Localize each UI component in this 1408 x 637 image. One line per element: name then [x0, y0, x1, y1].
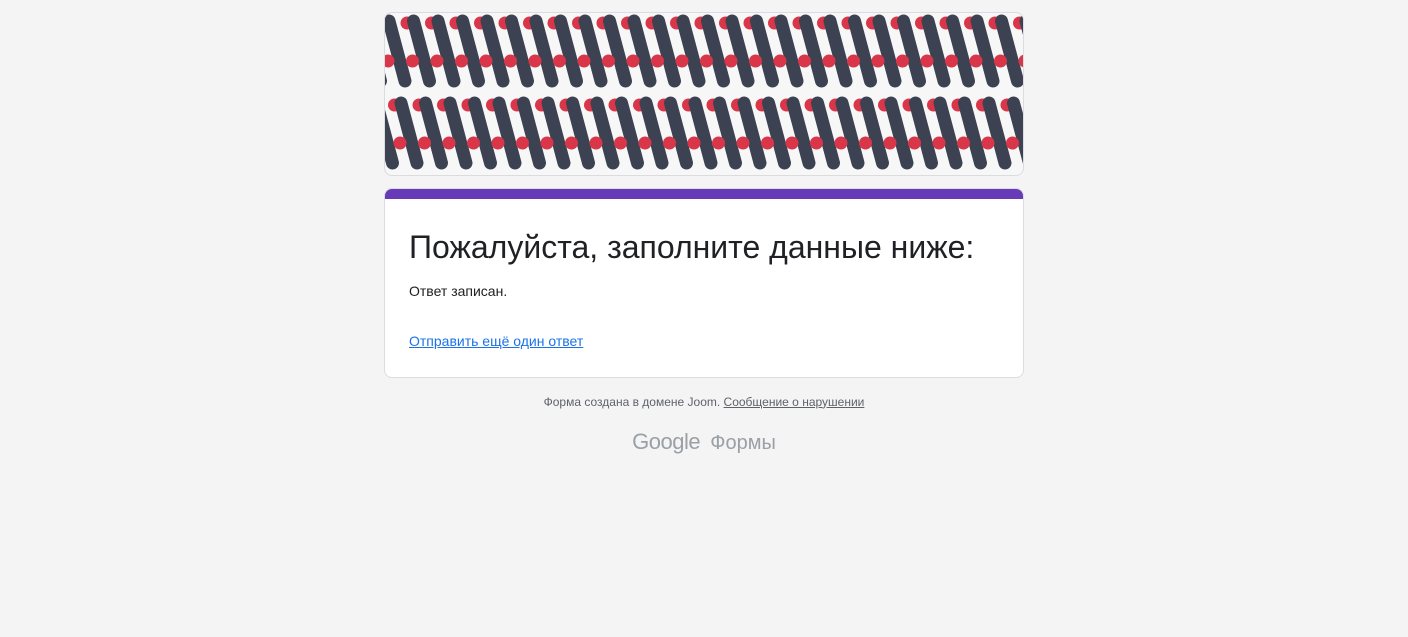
header-banner-image: [384, 12, 1024, 176]
submit-another-response-link[interactable]: Отправить ещё один ответ: [409, 333, 583, 349]
google-forms-logo[interactable]: Google Формы: [384, 429, 1024, 455]
confirmation-card: Пожалуйста, заполните данные ниже: Ответ…: [384, 188, 1024, 378]
forms-wordmark: Формы: [710, 431, 776, 454]
google-wordmark: Google: [632, 428, 701, 454]
confirmation-message: Ответ записан.: [409, 282, 508, 299]
form-title: Пожалуйста, заполните данные ниже:: [409, 229, 975, 265]
footer: Форма создана в домене Joom. Сообщение о…: [384, 395, 1024, 409]
card-accent-bar: [385, 189, 1023, 199]
report-abuse-link[interactable]: Сообщение о нарушении: [724, 395, 865, 409]
form-container: Пожалуйста, заполните данные ниже: Ответ…: [384, 12, 1024, 455]
footer-created-text: Форма создана в домене Joom.: [543, 394, 721, 409]
banner-pattern: [385, 14, 1023, 170]
